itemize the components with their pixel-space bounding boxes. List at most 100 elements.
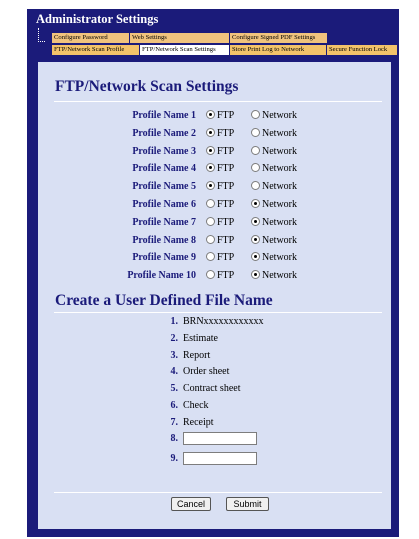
radio-network-option[interactable]: Network (251, 128, 297, 139)
profile-row: Profile Name 4 FTP Network (0, 163, 419, 179)
radio-label: FTP (217, 128, 235, 139)
radio-label: Network (262, 252, 297, 263)
tab-configure-signed-pdf[interactable]: Configure Signed PDF Settings (230, 33, 327, 43)
section-title-file-name: Create a User Defined File Name (55, 292, 273, 309)
radio-ftp-option[interactable]: FTP (206, 217, 234, 228)
file-name-row: 6. Check (0, 400, 419, 416)
file-name-row: 1. BRNxxxxxxxxxxxx (0, 316, 419, 332)
radio-label: FTP (217, 163, 235, 174)
radio-ftp-option[interactable]: FTP (206, 270, 234, 281)
radio-label: Network (262, 181, 297, 192)
radio-network-option[interactable]: Network (251, 235, 297, 246)
profile-row: Profile Name 6 FTP Network (0, 199, 419, 215)
radio-network-option[interactable]: Network (251, 270, 297, 281)
tab-secure-function-lock[interactable]: Secure Function Lock (327, 45, 397, 55)
file-number: 3. (170, 350, 179, 361)
file-name-value: BRNxxxxxxxxxxxx (183, 316, 264, 327)
radio-ftp-option[interactable]: FTP (206, 235, 234, 246)
radio-ftp[interactable] (206, 270, 215, 279)
file-number: 9. (170, 453, 179, 464)
radio-network[interactable] (251, 252, 260, 261)
tree-connector (38, 28, 45, 42)
radio-ftp[interactable] (206, 181, 215, 190)
file-name-input-8[interactable] (183, 432, 257, 445)
file-name-row: 3. Report (0, 350, 419, 366)
tab-store-print-log[interactable]: Store Print Log to Network (230, 45, 326, 55)
radio-network-option[interactable]: Network (251, 146, 297, 157)
tab-configure-password[interactable]: Configure Password (52, 33, 129, 43)
tab-ftp-network-scan-profile[interactable]: FTP/Network Scan Profile (52, 45, 139, 55)
profile-row: Profile Name 3 FTP Network (0, 146, 419, 162)
radio-network-option[interactable]: Network (251, 181, 297, 192)
radio-network-option[interactable]: Network (251, 110, 297, 121)
profile-row: Profile Name 8 FTP Network (0, 235, 419, 251)
radio-ftp[interactable] (206, 128, 215, 137)
radio-label: Network (262, 217, 297, 228)
profile-name-label: Profile Name 1 (132, 110, 196, 121)
radio-network[interactable] (251, 217, 260, 226)
file-name-input-9[interactable] (183, 452, 257, 465)
section-title-scan-settings: FTP/Network Scan Settings (55, 78, 239, 95)
radio-network[interactable] (251, 235, 260, 244)
radio-ftp-option[interactable]: FTP (206, 163, 234, 174)
profile-row: Profile Name 5 FTP Network (0, 181, 419, 197)
profile-name-label: Profile Name 7 (132, 217, 196, 228)
radio-network[interactable] (251, 128, 260, 137)
file-name-row: 7. Receipt (0, 417, 419, 433)
radio-network-option[interactable]: Network (251, 217, 297, 228)
radio-ftp-option[interactable]: FTP (206, 146, 234, 157)
tab-ftp-network-scan-settings[interactable]: FTP/Network Scan Settings (140, 45, 229, 55)
profile-row: Profile Name 9 FTP Network (0, 252, 419, 268)
file-number: 5. (170, 383, 179, 394)
radio-label: FTP (217, 181, 235, 192)
radio-ftp[interactable] (206, 235, 215, 244)
radio-label: FTP (217, 217, 235, 228)
radio-ftp[interactable] (206, 163, 215, 172)
radio-ftp[interactable] (206, 199, 215, 208)
radio-network[interactable] (251, 163, 260, 172)
file-name-value: Report (183, 350, 211, 361)
divider (54, 101, 382, 102)
radio-ftp-option[interactable]: FTP (206, 181, 234, 192)
radio-label: FTP (217, 110, 235, 121)
file-name-row: 5. Contract sheet (0, 383, 419, 399)
cancel-button[interactable]: Cancel (171, 497, 211, 511)
file-name-value: Receipt (183, 417, 214, 428)
radio-ftp-option[interactable]: FTP (206, 128, 234, 139)
radio-ftp[interactable] (206, 252, 215, 261)
divider (54, 312, 382, 313)
file-name-row: 4. Order sheet (0, 366, 419, 382)
radio-label: Network (262, 146, 297, 157)
radio-network[interactable] (251, 270, 260, 279)
radio-label: FTP (217, 252, 235, 263)
radio-label: FTP (217, 235, 235, 246)
file-name-input-row: 8. (0, 432, 419, 448)
submit-button[interactable]: Submit (226, 497, 269, 511)
radio-label: FTP (217, 270, 235, 281)
tab-web-settings[interactable]: Web Settings (130, 33, 229, 43)
radio-ftp-option[interactable]: FTP (206, 110, 234, 121)
radio-label: Network (262, 199, 297, 210)
profile-name-label: Profile Name 5 (132, 181, 196, 192)
profile-name-label: Profile Name 9 (132, 252, 196, 263)
file-name-value: Estimate (183, 333, 218, 344)
file-name-value: Check (183, 400, 209, 411)
radio-network[interactable] (251, 146, 260, 155)
profile-name-label: Profile Name 10 (127, 270, 196, 281)
radio-ftp[interactable] (206, 110, 215, 119)
radio-network[interactable] (251, 110, 260, 119)
radio-network[interactable] (251, 181, 260, 190)
radio-network[interactable] (251, 199, 260, 208)
radio-label: FTP (217, 146, 235, 157)
radio-network-option[interactable]: Network (251, 252, 297, 263)
radio-label: Network (262, 163, 297, 174)
radio-label: Network (262, 128, 297, 139)
radio-ftp-option[interactable]: FTP (206, 199, 234, 210)
radio-ftp[interactable] (206, 146, 215, 155)
radio-ftp[interactable] (206, 217, 215, 226)
radio-network-option[interactable]: Network (251, 199, 297, 210)
radio-network-option[interactable]: Network (251, 163, 297, 174)
file-number: 7. (170, 417, 179, 428)
radio-ftp-option[interactable]: FTP (206, 252, 234, 263)
file-name-value: Contract sheet (183, 383, 241, 394)
